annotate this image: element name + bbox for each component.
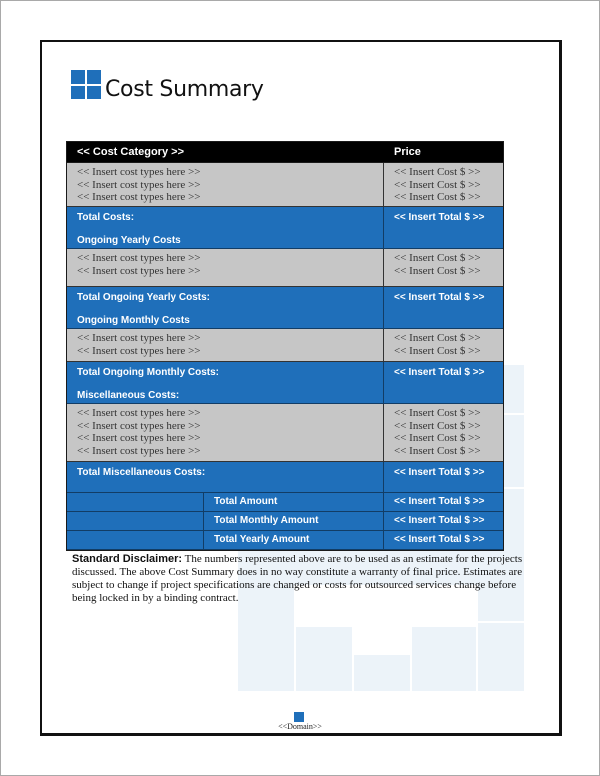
cost-type-cell[interactable]: << Insert cost types here >>: [77, 179, 383, 192]
cost-type-cell[interactable]: << Insert cost types here >>: [77, 420, 383, 433]
section-heading: Miscellaneous Costs:: [77, 390, 180, 401]
total-label: Total Ongoing Yearly Costs:: [77, 292, 210, 303]
cost-type-cell[interactable]: << Insert cost types here >>: [77, 407, 383, 420]
total-value[interactable]: << Insert Total $ >>: [384, 207, 503, 248]
cost-type-cell[interactable]: << Insert cost types here >>: [77, 252, 383, 265]
grand-total-value[interactable]: << Insert Total $ >>: [384, 531, 503, 549]
cost-items-row: << Insert cost types here >> << Insert c…: [67, 329, 503, 362]
cost-type-cell[interactable]: << Insert cost types here >>: [77, 191, 383, 204]
cost-value-cell[interactable]: << Insert Cost $ >>: [394, 445, 503, 458]
cost-value-cell[interactable]: << Insert Cost $ >>: [394, 432, 503, 445]
cost-items-row: << Insert cost types here >> << Insert c…: [67, 163, 503, 207]
table-header-row: << Cost Category >> Price: [67, 142, 503, 163]
grand-total-label: Total Monthly Amount: [204, 512, 384, 530]
cost-value-cell[interactable]: << Insert Cost $ >>: [394, 191, 503, 204]
column-header-price: Price: [394, 146, 421, 158]
cost-value-cell[interactable]: << Insert Cost $ >>: [394, 420, 503, 433]
total-value[interactable]: << Insert Total $ >>: [384, 462, 503, 492]
cost-value-cell[interactable]: << Insert Cost $ >>: [394, 407, 503, 420]
grand-total-label: Total Yearly Amount: [204, 531, 384, 549]
total-value[interactable]: << Insert Total $ >>: [384, 287, 503, 328]
cost-value-cell[interactable]: << Insert Cost $ >>: [394, 332, 503, 345]
section-total-row: Total Ongoing Monthly Costs: Miscellaneo…: [67, 362, 503, 404]
footer-domain: <<Domain>>: [278, 722, 322, 731]
disclaimer-label: Standard Disclaimer:: [72, 553, 183, 565]
cost-type-cell[interactable]: << Insert cost types here >>: [77, 166, 383, 179]
grand-total-value[interactable]: << Insert Total $ >>: [384, 512, 503, 530]
section-total-row: Total Ongoing Yearly Costs: Ongoing Mont…: [67, 287, 503, 329]
total-label: Total Costs:: [77, 212, 135, 223]
cost-value-cell[interactable]: << Insert Cost $ >>: [394, 252, 503, 265]
cost-type-cell[interactable]: << Insert cost types here >>: [77, 332, 383, 345]
cost-type-cell[interactable]: << Insert cost types here >>: [77, 445, 383, 458]
cost-value-cell[interactable]: << Insert Cost $ >>: [394, 345, 503, 358]
total-label: Total Ongoing Monthly Costs:: [77, 367, 220, 378]
grand-total-value[interactable]: << Insert Total $ >>: [384, 493, 503, 511]
footer-logo-icon: [294, 712, 304, 722]
section-total-row: Total Miscellaneous Costs: << Insert Tot…: [67, 462, 503, 493]
grand-total-label: Total Amount: [204, 493, 384, 511]
grand-total-row: Total Monthly Amount << Insert Total $ >…: [67, 512, 503, 531]
disclaimer-paragraph: Standard Disclaimer: The numbers represe…: [72, 553, 524, 605]
page-title: Cost Summary: [105, 77, 264, 102]
section-heading: Ongoing Yearly Costs: [77, 235, 181, 246]
cost-value-cell[interactable]: << Insert Cost $ >>: [394, 166, 503, 179]
cost-items-row: << Insert cost types here >> << Insert c…: [67, 404, 503, 462]
cost-items-row: << Insert cost types here >> << Insert c…: [67, 249, 503, 287]
cost-type-cell[interactable]: << Insert cost types here >>: [77, 432, 383, 445]
total-label: Total Miscellaneous Costs:: [67, 462, 384, 492]
cost-value-cell[interactable]: << Insert Cost $ >>: [394, 265, 503, 278]
cost-type-cell[interactable]: << Insert cost types here >>: [77, 265, 383, 278]
grand-total-row: Total Amount << Insert Total $ >>: [67, 493, 503, 512]
column-header-category: << Cost Category >>: [67, 142, 384, 162]
grand-total-row: Total Yearly Amount << Insert Total $ >>: [67, 531, 503, 550]
section-total-row: Total Costs: Ongoing Yearly Costs << Ins…: [67, 207, 503, 249]
cost-table: << Cost Category >> Price << Insert cost…: [66, 141, 504, 551]
cost-value-cell[interactable]: << Insert Cost $ >>: [394, 179, 503, 192]
cost-type-cell[interactable]: << Insert cost types here >>: [77, 345, 383, 358]
logo-icon: [71, 70, 101, 99]
section-heading: Ongoing Monthly Costs: [77, 315, 190, 326]
total-value[interactable]: << Insert Total $ >>: [384, 362, 503, 403]
